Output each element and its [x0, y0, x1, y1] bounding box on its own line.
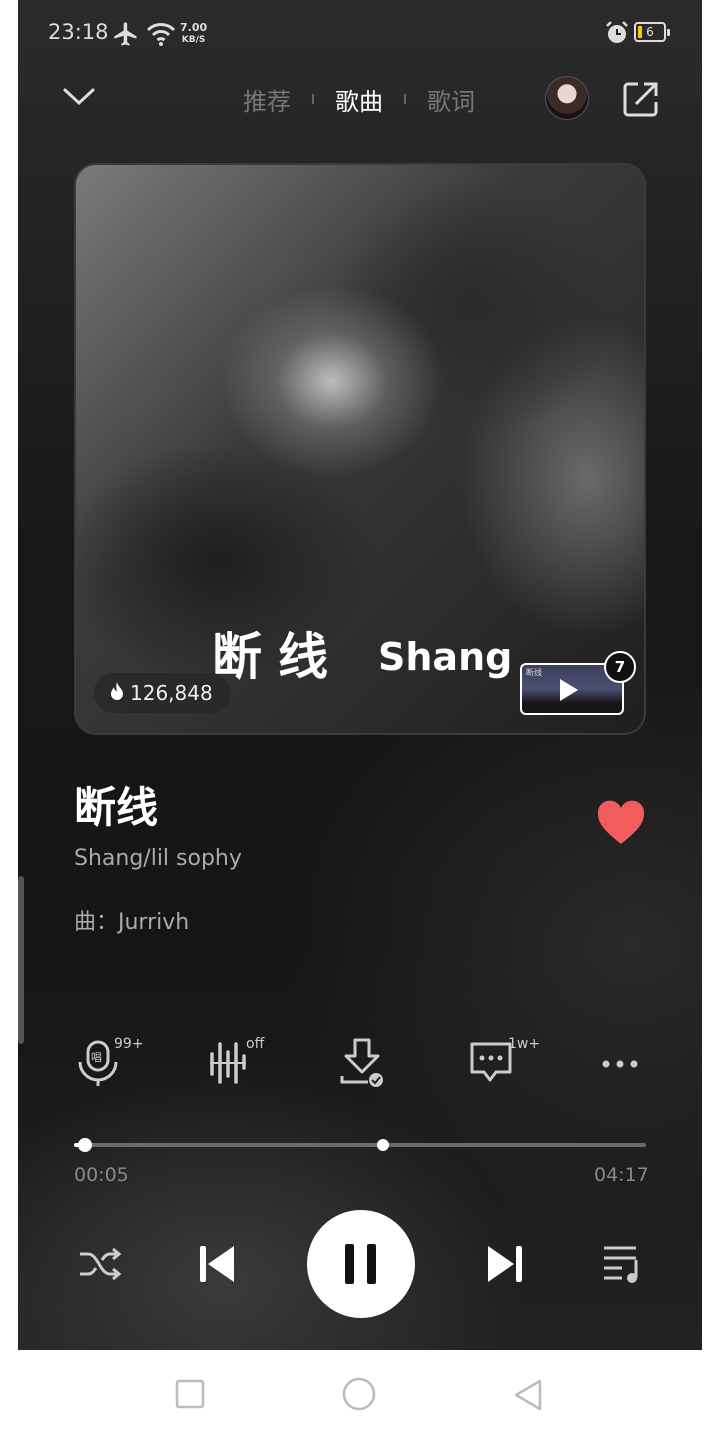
heart-icon[interactable]: [596, 800, 646, 850]
sing-badge: 99+: [114, 1036, 144, 1052]
battery-indicator: 6: [634, 22, 670, 42]
tab-song[interactable]: 歌曲: [335, 82, 383, 117]
playlist-icon[interactable]: [602, 1244, 644, 1288]
net-speed-unit: KB/S: [181, 35, 206, 45]
microphone-icon: 唱: [74, 1040, 122, 1092]
net-speed: 7.00 KB/S: [180, 22, 207, 46]
mv-count-badge: 7: [604, 651, 636, 683]
user-avatar[interactable]: [545, 76, 589, 120]
progress-marker: [376, 1139, 389, 1151]
effect-badge: off: [246, 1036, 265, 1052]
tab-recommend[interactable]: 推荐: [243, 82, 291, 117]
recent-apps-icon[interactable]: [174, 1378, 206, 1414]
net-speed-value: 7.00: [180, 21, 208, 34]
svg-text:唱: 唱: [91, 1051, 102, 1064]
song-title: 断线: [74, 783, 159, 832]
sing-button[interactable]: 唱 99+: [74, 1036, 144, 1096]
next-icon[interactable]: [484, 1244, 524, 1288]
fire-icon: [108, 681, 126, 706]
current-time: 00:05: [74, 1164, 129, 1186]
previous-icon[interactable]: [198, 1244, 238, 1288]
back-icon[interactable]: [512, 1378, 544, 1416]
more-button[interactable]: [600, 1036, 660, 1096]
play-icon: [560, 679, 578, 701]
side-handle[interactable]: [18, 876, 24, 1044]
shuffle-icon[interactable]: [78, 1244, 122, 1288]
player-screen: 23:18 7.00 KB/S 6 推荐 歌曲 歌词 断线 Shang 126,…: [18, 0, 702, 1350]
comment-icon: [468, 1042, 516, 1092]
total-time: 04:17: [594, 1164, 649, 1186]
comment-badge: 1w+: [508, 1036, 541, 1052]
tab-lyrics[interactable]: 歌词: [427, 82, 475, 117]
download-icon: [338, 1038, 386, 1092]
progress-track[interactable]: [74, 1143, 646, 1147]
progress-knob[interactable]: [78, 1138, 93, 1152]
airplane-icon: [112, 20, 140, 52]
status-time: 23:18: [48, 20, 109, 44]
tab-divider: [312, 94, 314, 104]
top-bar: 推荐 歌曲 歌词: [18, 70, 702, 130]
more-icon: [600, 1060, 644, 1092]
song-composer: 曲：Jurrivh: [74, 910, 190, 935]
pause-button[interactable]: [307, 1210, 415, 1318]
battery-level: 6: [646, 25, 654, 39]
mv-label: 断线: [526, 668, 542, 677]
comment-button[interactable]: 1w+: [468, 1036, 540, 1096]
cover-artist-text: Shang: [378, 635, 513, 679]
cover-title-text: 断线: [212, 628, 344, 686]
chevron-down-icon[interactable]: [62, 86, 96, 112]
heat-count-badge[interactable]: 126,848: [94, 673, 231, 713]
sound-effect-icon: [206, 1042, 250, 1092]
album-cover[interactable]: 断线 Shang 126,848 断线 7: [74, 163, 646, 735]
system-nav-bar: [18, 1350, 702, 1440]
download-button[interactable]: [338, 1036, 398, 1096]
song-artists[interactable]: Shang/lil sophy: [74, 846, 242, 871]
alarm-icon: [604, 20, 630, 50]
status-bar: 23:18 7.00 KB/S 6: [18, 0, 702, 70]
share-icon[interactable]: [622, 80, 660, 122]
tab-divider: [404, 94, 406, 104]
sound-effect-button[interactable]: off: [206, 1036, 266, 1096]
wifi-icon: [146, 20, 176, 52]
home-icon[interactable]: [341, 1376, 377, 1416]
heat-count: 126,848: [130, 681, 213, 705]
